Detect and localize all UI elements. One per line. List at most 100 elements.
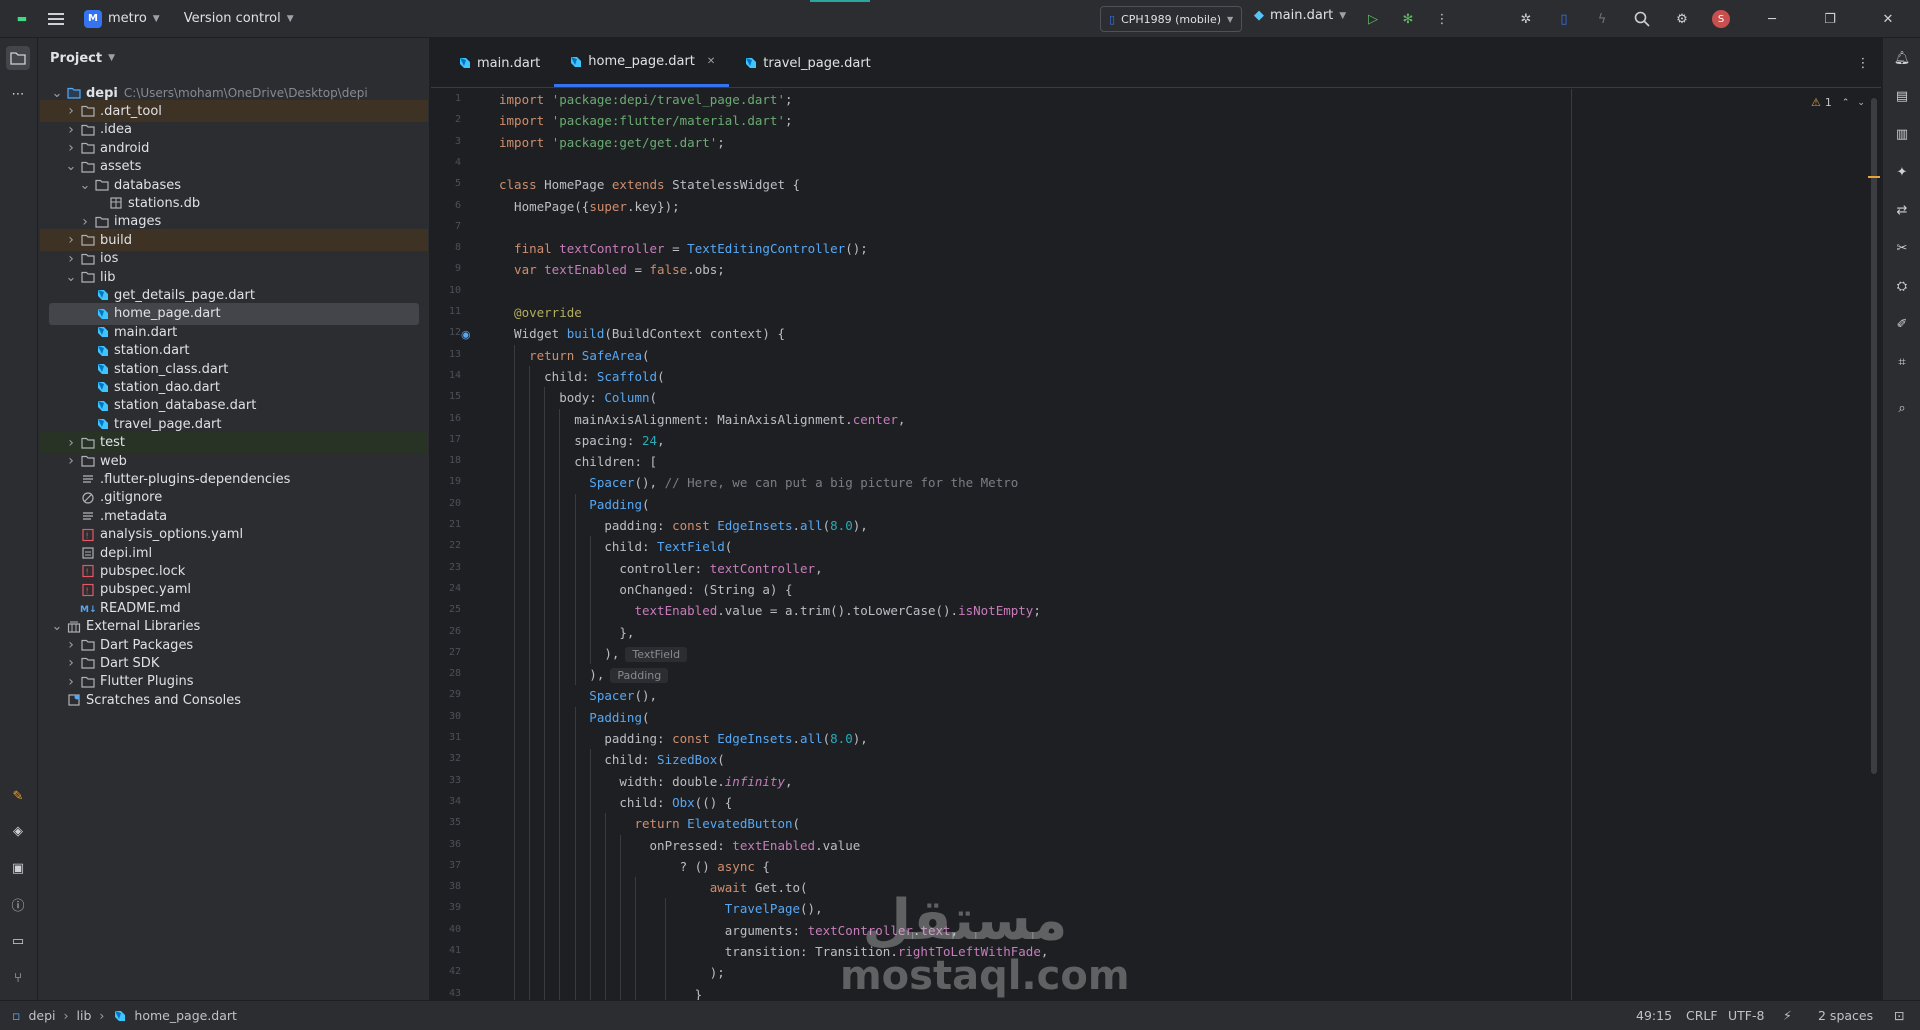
- chevron-down-icon[interactable]: ⌄: [64, 270, 78, 285]
- user-avatar[interactable]: S: [1712, 10, 1730, 28]
- code-token: child:: [499, 539, 658, 555]
- tab-home-page[interactable]: home_page.dart ✕: [554, 39, 730, 87]
- chevron-down-icon: ▼: [286, 13, 294, 24]
- editor-scrollbar[interactable]: [1871, 98, 1877, 774]
- chevron-down-icon[interactable]: ⌄: [64, 159, 78, 174]
- run-icon[interactable]: ▷: [1361, 7, 1385, 31]
- file-encoding[interactable]: UTF-8: [1728, 1008, 1764, 1023]
- search-icon[interactable]: [1630, 7, 1654, 31]
- chevron-down-icon[interactable]: ⌄: [50, 86, 64, 101]
- inspection-widget[interactable]: ⚠ 1 ⌃ ⌄: [1811, 96, 1865, 109]
- read-only-lock-icon[interactable]: ⊡: [1894, 1008, 1904, 1023]
- breadcrumb-item[interactable]: depi: [28, 1008, 55, 1023]
- notifications-bell-icon[interactable]: 🔔︎: [1890, 46, 1914, 70]
- chevron-right-icon[interactable]: ›: [78, 214, 92, 230]
- edit-icon[interactable]: ✐: [1890, 312, 1914, 336]
- tree-item-label: analysis_options.yaml: [100, 527, 244, 543]
- gemini-diamond-icon[interactable]: ◈: [6, 819, 30, 843]
- run-configuration-selector[interactable]: ◆ main.dart ▼: [1254, 8, 1346, 23]
- main-menu-icon[interactable]: [44, 7, 68, 31]
- device-mirror-icon[interactable]: ▯: [1552, 7, 1576, 31]
- code-token: ElevatedButton: [687, 816, 793, 832]
- minimize-icon[interactable]: ─: [1760, 7, 1784, 31]
- debug-icon[interactable]: ✻: [1396, 7, 1420, 31]
- editor-tabs: main.dart home_page.dart ✕ travel_page.dart: [431, 38, 1881, 88]
- hot-reload-icon[interactable]: ϟ: [1590, 7, 1614, 31]
- version-control-menu[interactable]: Version control ▼: [184, 11, 294, 26]
- code-area[interactable]: import 'package:depi/travel_page.dart'; …: [499, 89, 1799, 1002]
- settings-gear-icon[interactable]: ⚙: [1670, 7, 1694, 31]
- indent-setting[interactable]: 2 spaces: [1818, 1008, 1873, 1023]
- code-line: width: double.infinity,: [499, 771, 792, 792]
- app-quality-insights-icon[interactable]: ✎: [6, 784, 30, 808]
- line-number: 20: [448, 497, 461, 509]
- chevron-down-icon[interactable]: ⌄: [50, 619, 64, 634]
- tree-item-label: test: [100, 435, 125, 451]
- tree-item[interactable]: Scratches and Consoles: [40, 689, 428, 711]
- tab-actions-icon[interactable]: ⋮: [1851, 51, 1875, 75]
- line-separator[interactable]: CRLF: [1686, 1008, 1718, 1023]
- close-tab-icon[interactable]: ✕: [707, 56, 715, 67]
- code-token: build: [566, 326, 605, 342]
- code-token: (() {: [694, 794, 733, 810]
- chevron-right-icon[interactable]: ›: [64, 655, 78, 671]
- device-selector[interactable]: ▯ CPH1989 (mobile) ▼: [1100, 6, 1243, 32]
- chevron-right-icon[interactable]: ›: [64, 103, 78, 119]
- tree-item-label: assets: [100, 159, 142, 175]
- more-tools-icon[interactable]: ⋯: [6, 82, 30, 106]
- device-explorer-icon[interactable]: ⇄: [1890, 198, 1914, 222]
- chevron-right-icon[interactable]: ›: [64, 140, 78, 156]
- code-line: child: TextField(: [499, 536, 732, 557]
- problems-icon[interactable]: ⓘ: [6, 892, 30, 916]
- tree-item-label: depi.iml: [100, 545, 153, 561]
- project-panel-header[interactable]: Project ▼: [38, 38, 429, 78]
- project-badge: M: [84, 9, 102, 28]
- caret-position[interactable]: 49:15: [1636, 1008, 1672, 1023]
- terminal-icon[interactable]: ▭: [6, 929, 30, 953]
- chevron-right-icon[interactable]: ›: [64, 251, 78, 267]
- library-icon: [66, 619, 82, 635]
- git-branch-icon[interactable]: ⑂: [6, 966, 30, 990]
- close-icon[interactable]: ✕: [1876, 7, 1900, 31]
- tab-main[interactable]: main.dart: [443, 39, 554, 87]
- chevron-down-icon[interactable]: ⌄: [78, 178, 92, 193]
- code-token: controller:: [499, 560, 710, 576]
- line-number: 42: [448, 966, 461, 978]
- more-actions-icon[interactable]: ⋮: [1430, 7, 1454, 31]
- chevron-right-icon[interactable]: ›: [64, 122, 78, 138]
- code-token: all: [800, 731, 823, 746]
- line-number: 4: [454, 156, 461, 168]
- left-tool-strip: ⋯ ✎ ◈ ▣ ⓘ ▭ ⑂: [0, 38, 38, 1000]
- flutter-performance-icon[interactable]: ✂: [1890, 236, 1914, 260]
- code-token: Spacer: [499, 688, 635, 704]
- chevron-right-icon[interactable]: ›: [64, 637, 78, 653]
- gemini-sparkle-icon[interactable]: ✦: [1890, 160, 1914, 184]
- line-number: 18: [448, 455, 461, 467]
- chevron-right-icon[interactable]: ›: [64, 435, 78, 451]
- line-number: 14: [448, 369, 461, 381]
- breadcrumb-item[interactable]: lib: [77, 1008, 92, 1023]
- tab-travel-page[interactable]: travel_page.dart: [729, 39, 884, 87]
- logcat-icon[interactable]: ▣: [6, 856, 30, 880]
- power-save-icon[interactable]: ⚡︎: [1783, 1008, 1792, 1023]
- file-search-icon[interactable]: ⌕: [1890, 396, 1914, 420]
- code-token: =: [634, 262, 650, 278]
- inlay-hint: TextField: [625, 646, 688, 662]
- override-marker-icon[interactable]: ◉: [461, 328, 471, 341]
- tree-item-label: web: [100, 453, 127, 469]
- tree-item-label: station.dart: [114, 343, 190, 359]
- running-devices-icon[interactable]: ▥: [1890, 122, 1914, 146]
- chevron-right-icon[interactable]: ›: [64, 453, 78, 469]
- flutter-inspector-icon[interactable]: ✲: [1514, 7, 1538, 31]
- chevron-right-icon[interactable]: ›: [64, 674, 78, 690]
- code-token: children: [: [499, 454, 658, 470]
- code-token: width: double.: [499, 773, 725, 789]
- project-folder-icon[interactable]: [6, 46, 30, 70]
- project-switcher[interactable]: M metro ▼: [84, 9, 160, 28]
- breadcrumb-item[interactable]: home_page.dart: [134, 1008, 237, 1023]
- chevron-right-icon[interactable]: ›: [64, 232, 78, 248]
- emulator-icon[interactable]: ⛭: [1890, 274, 1914, 298]
- device-manager-icon[interactable]: ▤: [1890, 84, 1914, 108]
- layout-inspector-icon[interactable]: ⌗: [1890, 350, 1914, 374]
- restore-icon[interactable]: ❐: [1818, 7, 1842, 31]
